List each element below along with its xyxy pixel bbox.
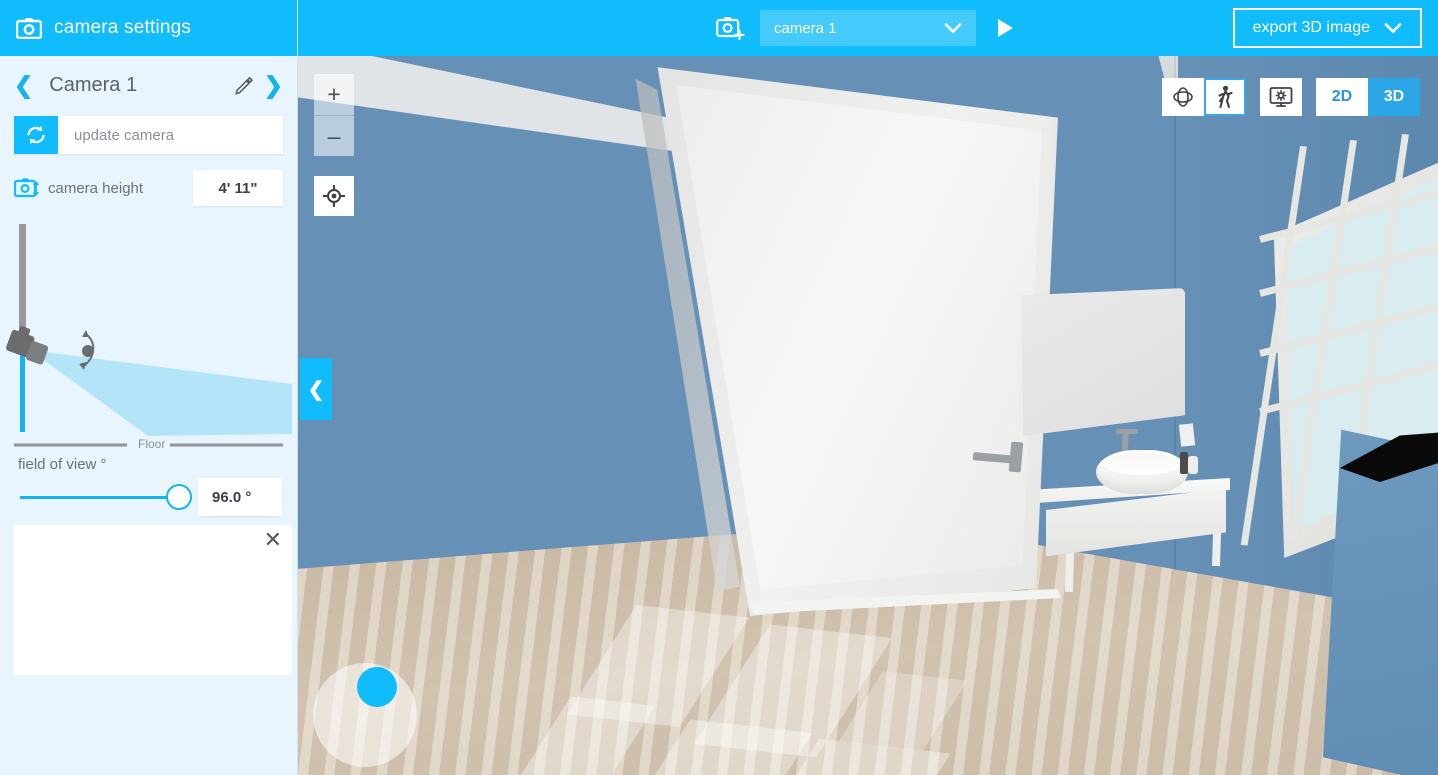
zoom-controls: + –	[314, 74, 354, 156]
navigation-pad-handle[interactable]	[357, 667, 397, 707]
zoom-out-button[interactable]: –	[314, 115, 354, 156]
walk-person-icon	[1218, 85, 1233, 109]
fov-slider[interactable]	[14, 479, 192, 515]
recenter-view-button[interactable]	[314, 176, 354, 216]
walk-mode-button[interactable]	[1204, 78, 1246, 116]
counter-accessory	[1188, 456, 1198, 474]
collapse-sidebar-button[interactable]: ❮	[300, 358, 332, 420]
orbit-mode-button[interactable]	[1162, 78, 1204, 116]
camera-select-value: camera 1	[774, 19, 837, 37]
mirror-object[interactable]	[1020, 288, 1185, 436]
export-3d-image-button[interactable]: export 3D image	[1232, 8, 1422, 48]
sidebar-header: camera settings	[0, 0, 297, 56]
camera-diagram-svg	[6, 224, 292, 447]
export-3d-image-label: export 3D image	[1252, 19, 1370, 36]
diagram-floor-label: Floor	[134, 437, 170, 451]
camera-icon	[16, 18, 42, 39]
view-2d-button[interactable]: 2D	[1316, 78, 1368, 116]
fov-value-input[interactable]: 96.0 °	[198, 478, 282, 516]
top-toolbar: camera 1 export 3D image	[298, 0, 1438, 56]
orbit-icon	[1173, 87, 1193, 107]
chevron-down-icon	[944, 23, 962, 34]
view-3d-button[interactable]: 3D	[1368, 78, 1420, 116]
empty-info-panel: ✕	[14, 525, 292, 675]
zoom-in-button[interactable]: +	[314, 74, 354, 115]
sink-basin-rim	[1104, 453, 1180, 475]
app-root: camera settings ❮ Camera 1 ❯ update came…	[0, 0, 1438, 775]
sidebar-title: camera settings	[54, 17, 192, 38]
camera-height-label: camera height	[48, 179, 144, 197]
next-camera-button[interactable]: ❯	[264, 73, 283, 97]
crosshair-target-icon	[323, 185, 345, 207]
camera-navigator: ❮ Camera 1 ❯	[0, 56, 297, 114]
close-icon[interactable]: ✕	[264, 529, 282, 551]
previous-camera-button[interactable]: ❮	[14, 73, 33, 97]
camera-select-dropdown[interactable]: camera 1	[760, 10, 976, 46]
add-camera-icon[interactable]	[716, 15, 746, 41]
pencil-icon[interactable]	[234, 75, 254, 95]
field-of-view-control: 96.0 °	[14, 478, 284, 516]
camera-settings-sidebar: camera settings ❮ Camera 1 ❯ update came…	[0, 0, 298, 775]
view-mode-toolbar: 2D 3D	[1162, 78, 1420, 116]
camera-angle-diagram: Floor	[0, 224, 298, 456]
navigation-pad[interactable]	[313, 663, 417, 767]
refresh-icon[interactable]	[14, 116, 58, 154]
3d-viewport[interactable]: + – ❮ 2D 3D	[298, 56, 1438, 775]
counter-accessory	[1180, 452, 1188, 474]
chevron-down-icon	[1384, 23, 1402, 34]
update-camera-button[interactable]: update camera	[14, 116, 283, 154]
door-object[interactable]	[618, 56, 1078, 656]
play-walkthrough-button[interactable]	[998, 19, 1013, 37]
dimension-toggle-group: 2D 3D	[1316, 78, 1420, 116]
fov-slider-track	[20, 495, 186, 499]
render-display-icon	[1269, 87, 1293, 107]
camera-height-row: camera height 4' 11"	[14, 170, 283, 206]
camera-controls-group: camera 1	[716, 0, 1013, 56]
camera-height-icon	[14, 178, 40, 198]
navigation-mode-group	[1162, 78, 1246, 116]
camera-height-input[interactable]: 4' 11"	[193, 170, 283, 206]
fov-slider-handle[interactable]	[166, 484, 192, 510]
render-settings-button[interactable]	[1260, 78, 1302, 116]
update-camera-label: update camera	[58, 116, 283, 154]
camera-name-label: Camera 1	[49, 73, 138, 96]
field-of-view-label: field of view °	[18, 456, 107, 473]
counter-accessory	[1178, 423, 1196, 447]
